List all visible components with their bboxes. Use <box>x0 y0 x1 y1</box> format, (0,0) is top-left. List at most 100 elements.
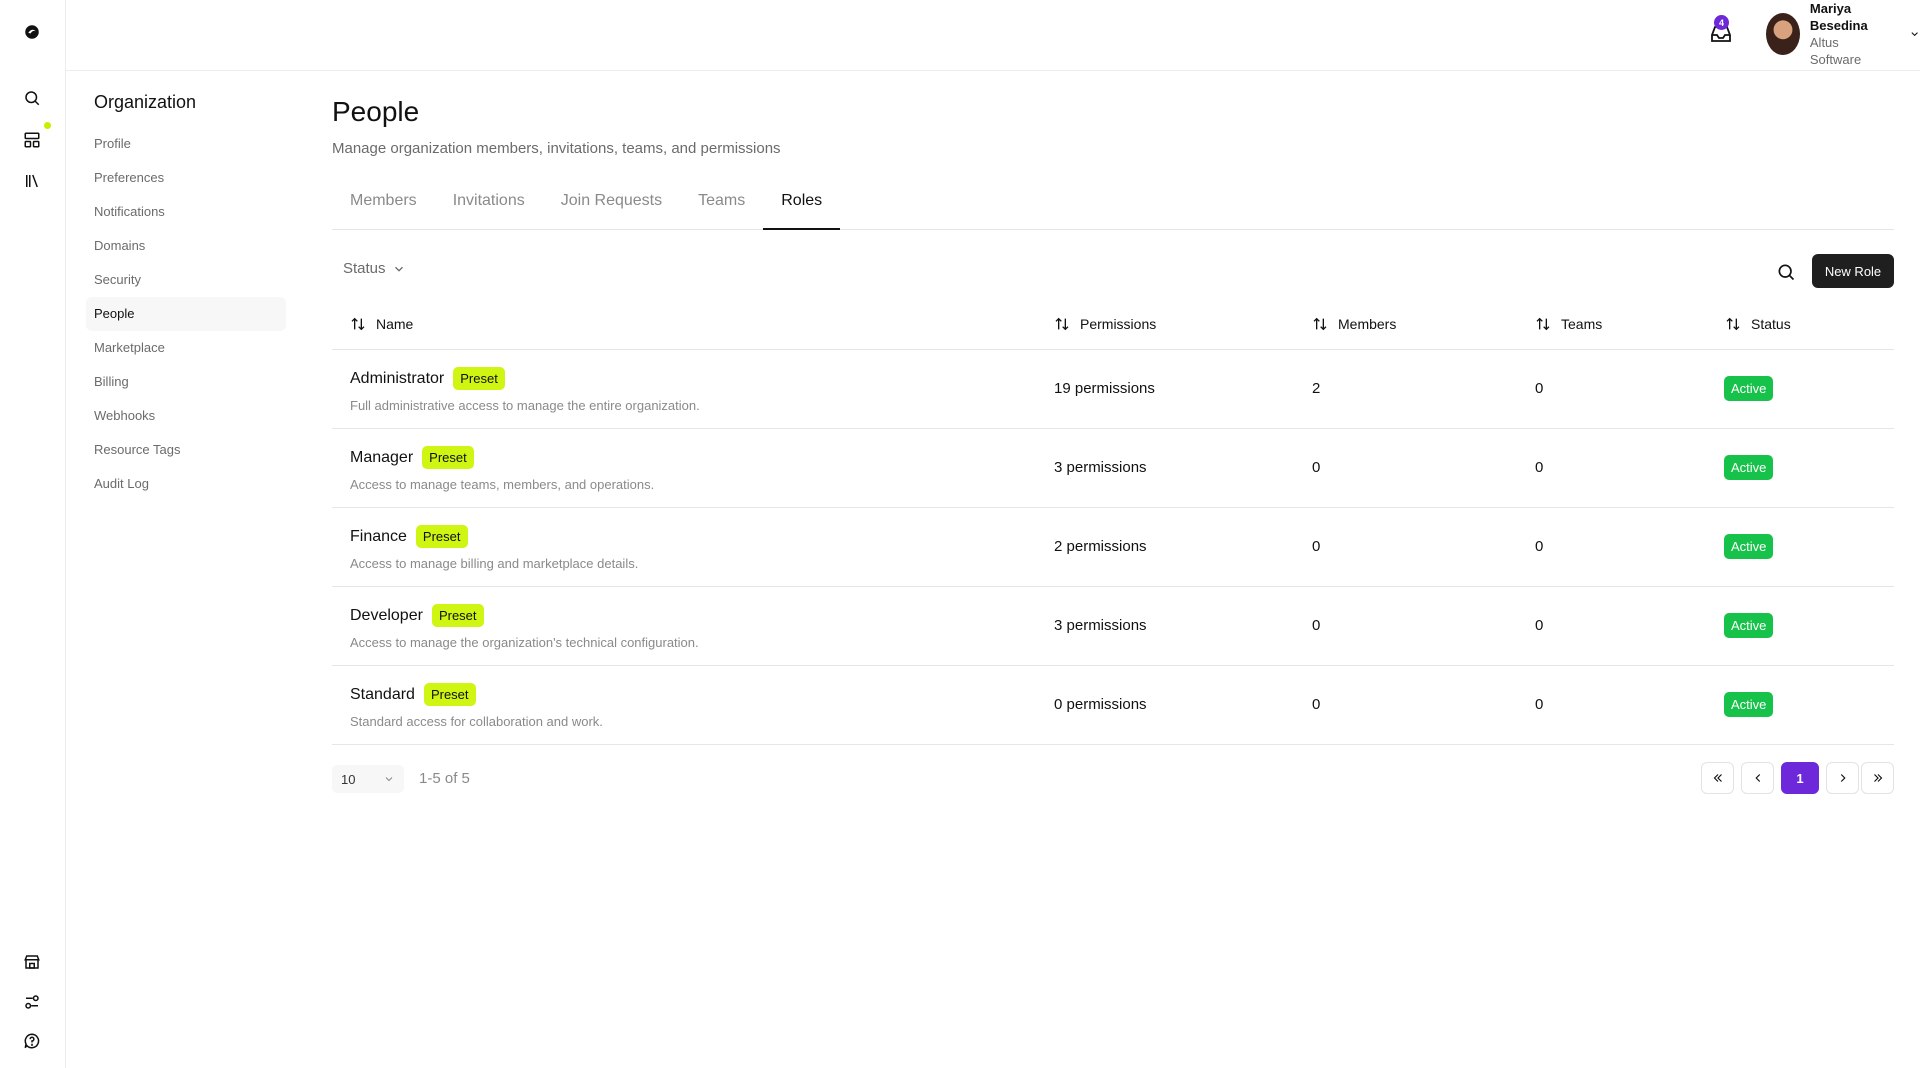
role-description: Access to manage billing and marketplace… <box>350 556 639 571</box>
logo-icon[interactable] <box>20 20 44 44</box>
role-teams: 0 <box>1535 696 1544 713</box>
role-permissions: 0 permissions <box>1054 696 1147 713</box>
preset-badge: Preset <box>431 604 484 627</box>
preset-badge: Preset <box>422 446 474 469</box>
role-name[interactable]: Developer <box>350 607 423 625</box>
library-icon[interactable] <box>20 169 44 193</box>
preset-badge: Preset <box>423 683 476 706</box>
top-bar: 4 Mariya Besedina Altus Software <box>66 0 1920 71</box>
column-header-members[interactable]: Members <box>1312 316 1396 332</box>
inbox-button[interactable]: 4 <box>1709 15 1735 46</box>
first-page-button[interactable] <box>1701 762 1734 794</box>
user-menu[interactable]: Mariya Besedina Altus Software <box>1766 1 1920 67</box>
search-icon[interactable] <box>20 86 44 110</box>
notification-badge: 4 <box>1714 15 1729 30</box>
chevron-down-icon <box>385 777 393 782</box>
sidebar-item-notifications[interactable]: Notifications <box>86 195 286 229</box>
role-permissions: 3 permissions <box>1054 459 1147 476</box>
chevrons-right-icon <box>1873 774 1882 782</box>
dashboard-icon[interactable] <box>20 128 44 152</box>
new-role-button[interactable]: New Role <box>1812 254 1894 288</box>
status-badge: Active <box>1724 613 1774 638</box>
role-members: 0 <box>1312 617 1321 634</box>
status-badge: Active <box>1724 534 1774 559</box>
page-size-select[interactable]: 10 <box>332 765 404 793</box>
sidebar-item-audit-log[interactable]: Audit Log <box>86 467 286 501</box>
table-toolbar: Status New Role <box>332 254 1894 288</box>
role-permissions: 19 permissions <box>1054 380 1155 397</box>
sidebar-item-security[interactable]: Security <box>86 263 286 297</box>
sidebar-item-resource-tags[interactable]: Resource Tags <box>86 433 286 467</box>
preset-badge: Preset <box>415 525 468 548</box>
tab-join-requests[interactable]: Join Requests <box>543 190 680 230</box>
tab-bar: Members Invitations Join Requests Teams … <box>332 190 1894 230</box>
table-header: Name Permissions Members Teams Status <box>332 300 1894 350</box>
help-icon[interactable] <box>20 1029 44 1053</box>
sidebar-item-people[interactable]: People <box>86 297 286 331</box>
column-header-teams[interactable]: Teams <box>1535 316 1602 332</box>
tab-roles[interactable]: Roles <box>763 190 841 230</box>
role-name[interactable]: Standard <box>350 686 415 704</box>
role-name[interactable]: Finance <box>350 528 407 546</box>
sidebar-heading: Organization <box>94 92 197 112</box>
tab-members[interactable]: Members <box>332 190 435 230</box>
role-description: Access to manage teams, members, and ope… <box>350 477 655 492</box>
table-row[interactable]: Manager Preset Access to manage teams, me… <box>332 429 1894 508</box>
column-header-name[interactable]: Name <box>350 316 413 332</box>
avatar <box>1766 13 1800 55</box>
pagination: 10 1-5 of 5 1 <box>332 762 1894 794</box>
page-range: 1-5 of 5 <box>419 770 470 787</box>
role-permissions: 2 permissions <box>1054 538 1147 555</box>
column-header-status[interactable]: Status <box>1725 316 1791 332</box>
icon-rail <box>0 0 66 1068</box>
user-name: Mariya Besedina <box>1809 1 1868 33</box>
role-teams: 0 <box>1535 538 1544 555</box>
role-permissions: 3 permissions <box>1054 617 1147 634</box>
status-filter-dropdown[interactable]: Status <box>343 260 406 277</box>
filters-icon[interactable] <box>20 990 44 1014</box>
sidebar-item-marketplace[interactable]: Marketplace <box>86 331 286 365</box>
chevron-left-icon <box>1754 774 1760 782</box>
page-size-value: 10 <box>341 771 356 787</box>
store-icon[interactable] <box>20 950 44 974</box>
role-members: 2 <box>1312 380 1321 397</box>
sidebar-item-billing[interactable]: Billing <box>86 365 286 399</box>
page-button-current[interactable]: 1 <box>1781 762 1819 794</box>
status-badge: Active <box>1724 455 1774 480</box>
table-row[interactable]: Developer Preset Access to manage the org… <box>332 587 1894 666</box>
sort-icon <box>1055 317 1069 331</box>
sidebar-item-webhooks[interactable]: Webhooks <box>86 399 286 433</box>
next-page-button[interactable] <box>1826 762 1859 794</box>
table-row[interactable]: Finance Preset Access to manage billing a… <box>332 508 1894 587</box>
preset-badge: Preset <box>453 367 505 390</box>
sort-icon <box>1536 317 1550 331</box>
role-teams: 0 <box>1535 459 1544 476</box>
sidebar-item-domains[interactable]: Domains <box>86 229 286 263</box>
role-description: Access to manage the organization's tech… <box>350 635 699 650</box>
role-teams: 0 <box>1535 380 1544 397</box>
column-header-permissions[interactable]: Permissions <box>1054 316 1156 332</box>
table-row[interactable]: Standard Preset Standard access for colla… <box>332 666 1894 745</box>
role-members: 0 <box>1312 538 1321 555</box>
column-label-members: Members <box>1338 316 1397 332</box>
role-name[interactable]: Manager <box>350 449 413 467</box>
table-search-icon[interactable] <box>1776 262 1796 282</box>
tab-teams[interactable]: Teams <box>680 190 763 230</box>
role-name[interactable]: Administrator <box>350 370 444 388</box>
sidebar-item-profile[interactable]: Profile <box>86 127 286 161</box>
status-badge: Active <box>1724 376 1774 401</box>
role-members: 0 <box>1312 696 1321 713</box>
sidebar-item-preferences[interactable]: Preferences <box>86 161 286 195</box>
tab-invitations[interactable]: Invitations <box>435 190 543 230</box>
table-row[interactable]: Administrator Preset Full administrative … <box>332 350 1894 429</box>
last-page-button[interactable] <box>1861 762 1894 794</box>
role-members: 0 <box>1312 459 1321 476</box>
chevron-down-icon <box>1911 32 1918 37</box>
prev-page-button[interactable] <box>1741 762 1774 794</box>
unread-dot <box>44 122 51 129</box>
status-filter-label: Status <box>343 260 386 277</box>
settings-sidebar: Organization Profile Preferences Notific… <box>86 92 286 501</box>
main-content: People Manage organization members, invi… <box>332 96 1894 794</box>
page-subtitle: Manage organization members, invitations… <box>332 140 781 157</box>
sort-icon <box>1313 317 1327 331</box>
